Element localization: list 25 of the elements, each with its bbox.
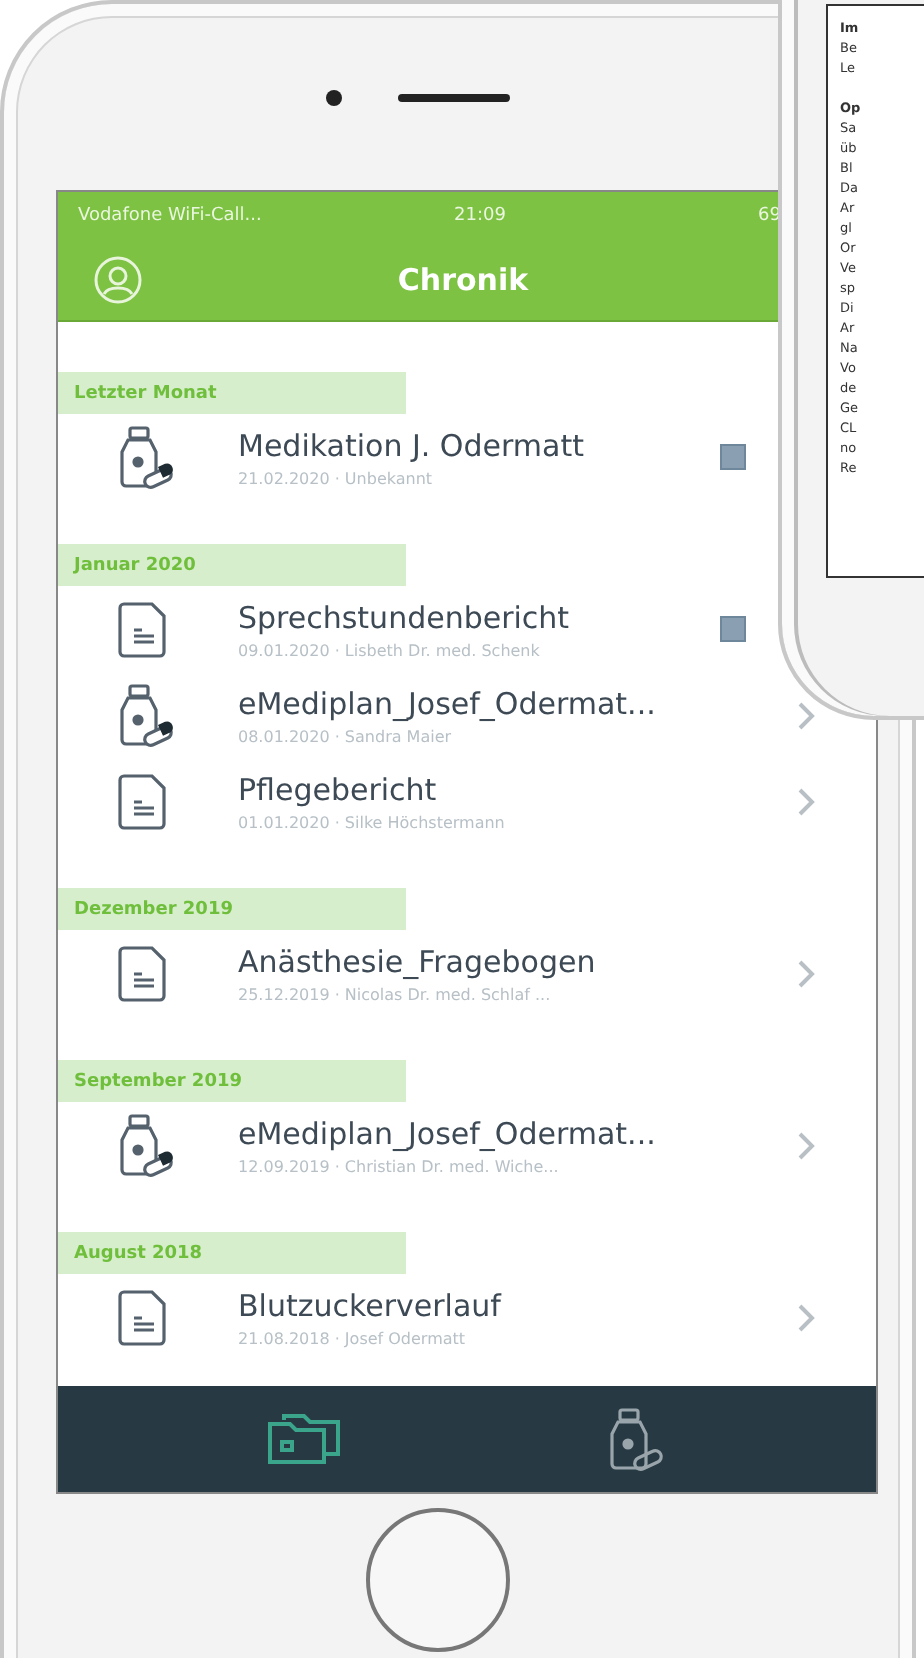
record-title: Anästhesie_Fragebogen (238, 943, 598, 979)
section-header: September 2019 (58, 1060, 406, 1102)
record-subtitle: 25.12.2019 · Nicolas Dr. med. Schlaf ... (238, 985, 553, 1003)
record-subtitle: 01.01.2020 · Silke Höchstermann (238, 813, 507, 831)
folder-icon (266, 1411, 343, 1467)
camera-dot (326, 89, 342, 105)
speaker-slot (398, 93, 510, 101)
record-title: Medikation J. Odermatt (238, 427, 586, 463)
section-header: Letzter Monat (58, 372, 406, 414)
record-subtitle: 12.09.2019 · Christian Dr. med. Wiche... (238, 1157, 561, 1175)
section-header: Dezember 2019 (58, 888, 406, 930)
record-subtitle: 09.01.2020 · Lisbeth Dr. med. Schenk (238, 641, 542, 659)
carrier-text: Vodafone WiFi-Call... (78, 205, 264, 225)
record-title: eMediplan_Josef_Odermat... (238, 1115, 658, 1151)
record-subtitle: 08.01.2020 · Sandra Maier (238, 727, 454, 745)
record-title: eMediplan_Josef_Odermat... (238, 685, 658, 721)
section-header: Januar 2020 (58, 544, 406, 586)
record-subtitle: 21.02.2020 · Unbekannt (238, 469, 435, 487)
record-title: Sprechstundenbericht (238, 599, 572, 635)
screen-title: Chronik (395, 261, 531, 297)
time-text: 21:09 (454, 205, 508, 225)
record-subtitle: 21.08.2018 · Josef Odermatt (238, 1329, 468, 1347)
record-title: Blutzuckerverlauf (238, 1287, 504, 1323)
record-title: Pflegebericht (238, 771, 439, 807)
section-header: August 2018 (58, 1232, 406, 1274)
